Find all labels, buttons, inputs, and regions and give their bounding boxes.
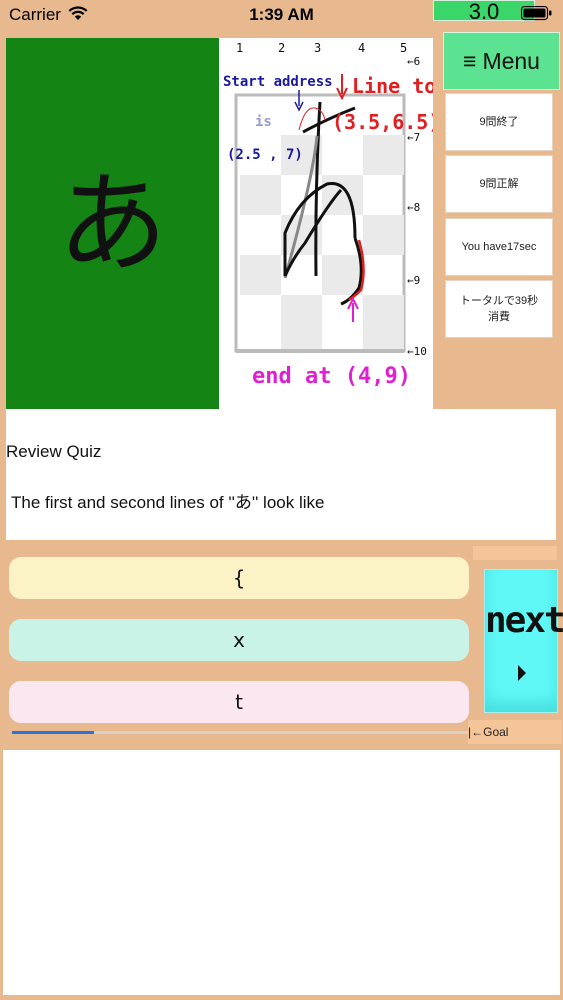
answer-label: t [235, 690, 243, 714]
quiz-question: The first and second lines of ''あ'' look… [11, 493, 325, 512]
battery-icon [521, 6, 552, 21]
bottom-panel [3, 750, 560, 995]
line-to-text: Line to [352, 74, 433, 98]
kana-card: あ [6, 38, 219, 409]
answer-option-2[interactable]: x [9, 619, 469, 661]
line-to-coordinate: (3.5,6.5) [332, 110, 433, 134]
row-label: ←6 [407, 55, 420, 68]
status-bar: Carrier 1:39 AM 3.0 [0, 0, 563, 30]
end-at-text: end at (4,9) [252, 364, 411, 389]
start-is-text: is [255, 114, 272, 130]
questions-correct-text: 9問正解 [479, 178, 519, 190]
column-number: 1 [236, 41, 243, 55]
menu-button[interactable]: ≡ Menu [443, 32, 560, 90]
quiz-title: Review Quiz [6, 442, 102, 461]
column-number: 4 [358, 41, 365, 55]
start-address-text: Start address [223, 74, 333, 90]
kana-glyph: あ [57, 159, 168, 288]
questions-correct-box: 9問正解 [445, 155, 553, 213]
column-number: 2 [278, 41, 285, 55]
start-coordinate: (2.5 , 7) [227, 147, 303, 163]
progress-fill [12, 731, 95, 734]
answer-label: x [233, 628, 245, 652]
next-label: next [485, 600, 563, 641]
question-panel: Review Quiz The first and second lines o… [6, 409, 556, 540]
progress-bar [12, 731, 469, 734]
hamburger-icon: ≡ [463, 47, 477, 74]
row-label: ←10 [407, 345, 427, 358]
time-left-box: You have17sec [445, 218, 553, 276]
row-label: ←9 [407, 274, 420, 287]
stroke-grid: 1 2 3 4 5 ←6 ←7 ←8 ←9 ←10 Start address … [223, 41, 440, 389]
next-button[interactable]: next [484, 569, 563, 713]
play-arrow-icon [518, 665, 526, 681]
time-left-text: You have17sec [461, 241, 537, 253]
menu-label: Menu [482, 47, 540, 74]
column-number: 5 [400, 41, 407, 55]
questions-finished-text: 9問終了 [479, 116, 519, 128]
total-time-text: トータルで39秒 消費 [459, 295, 539, 323]
answer-option-3[interactable]: t [9, 681, 469, 723]
answer-option-1[interactable]: { [9, 557, 469, 599]
total-time-box: トータルで39秒 消費 [445, 280, 553, 338]
goal-marker: |←Goal [468, 720, 562, 744]
version-badge: 3.0 [433, 0, 535, 23]
next-header-strip [473, 546, 557, 560]
column-number: 3 [314, 41, 321, 55]
answer-label: { [232, 566, 246, 590]
row-label: ←8 [407, 201, 420, 214]
stroke-order-diagram: 1 2 3 4 5 ←6 ←7 ←8 ←9 ←10 Start address … [219, 38, 440, 409]
questions-finished-box: 9問終了 [445, 93, 553, 151]
